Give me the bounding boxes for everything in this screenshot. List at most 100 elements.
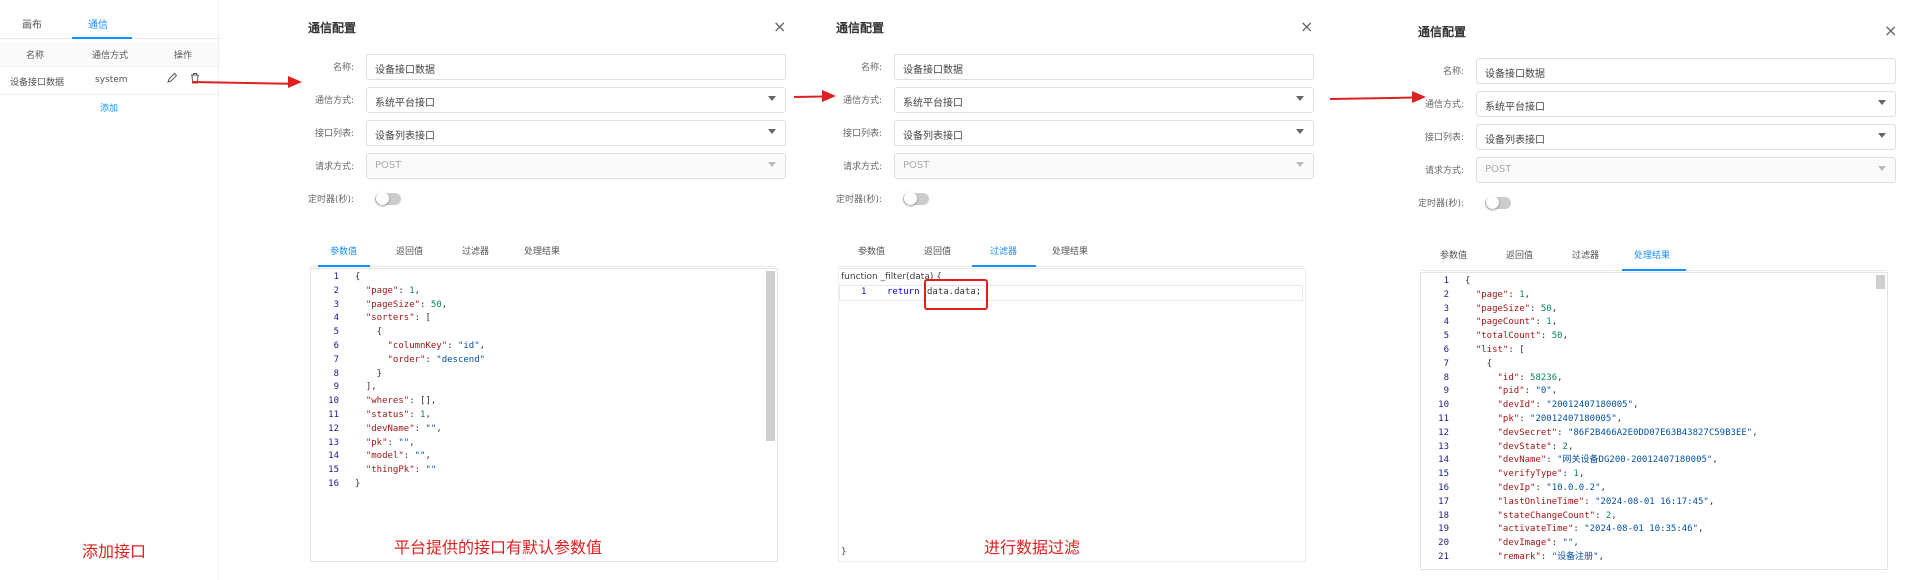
- line-number: 7: [1443, 358, 1449, 369]
- code-line: 21 "remark": "设备注册",: [1421, 551, 1861, 565]
- code-text: "devName": "网关设备DG200-20012407180005",: [1497, 455, 1718, 466]
- chevron-down-icon: [1878, 166, 1886, 171]
- line-number: 13: [328, 437, 339, 448]
- code-line: 13 "pk": "",: [311, 437, 751, 451]
- request-value: POST: [375, 160, 402, 171]
- tab-params[interactable]: 参数值: [858, 244, 885, 257]
- divider: [218, 0, 219, 580]
- timer-toggle[interactable]: [375, 192, 401, 205]
- name-input[interactable]: 设备接口数据: [894, 54, 1314, 80]
- edit-icon[interactable]: [166, 72, 178, 87]
- tab-result[interactable]: 处理结果: [1052, 244, 1088, 257]
- line-number: 1: [333, 272, 339, 282]
- tab-filter[interactable]: 过滤器: [990, 244, 1017, 257]
- line-number: 13: [1438, 441, 1449, 452]
- tab-communication[interactable]: 通信: [88, 16, 108, 31]
- label-name: 名称:: [860, 63, 882, 73]
- name-input[interactable]: 设备接口数据: [366, 54, 786, 80]
- api-select[interactable]: 设备列表接口: [894, 120, 1314, 146]
- code-line: 6 "columnKey": "id",: [311, 340, 751, 354]
- line-number: 5: [333, 327, 339, 338]
- code-line: 10 "devId": "20012407180005",: [1421, 399, 1861, 413]
- line-number: 20: [1438, 538, 1449, 549]
- code-text: "lastOnlineTime": "2024-08-01 16:17:45",: [1497, 496, 1715, 507]
- timer-toggle[interactable]: [1485, 196, 1511, 209]
- tab-return[interactable]: 返回值: [396, 244, 423, 257]
- timer-toggle[interactable]: [903, 192, 929, 205]
- code-line: 19 "activateTime": "2024-08-01 10:35:46"…: [1421, 523, 1861, 537]
- add-link[interactable]: 添加: [100, 101, 118, 114]
- line-number: 6: [1443, 345, 1449, 355]
- code-text: "page": 1,: [365, 285, 421, 296]
- table-row: 设备接口数据 system: [0, 66, 220, 95]
- api-select[interactable]: 设备列表接口: [366, 120, 786, 146]
- line-number: 12: [1438, 427, 1449, 438]
- chevron-down-icon: [768, 162, 776, 167]
- line-number: 1: [861, 287, 867, 297]
- code-editor-filter[interactable]: function _filter(data) { 1 return data.d…: [838, 268, 1306, 562]
- line-number: 15: [1438, 469, 1449, 480]
- request-value: POST: [1485, 164, 1512, 175]
- code-editor-params[interactable]: 1{2 "page": 1, 3 "pageSize": 50, 4 "sorter…: [310, 268, 778, 562]
- code-line: 2 "page": 1,: [1421, 289, 1861, 303]
- line-number: 3: [333, 299, 339, 310]
- request-select: POST: [894, 153, 1314, 179]
- label-timer: 定时器(秒):: [307, 195, 354, 205]
- close-icon[interactable]: ×: [773, 17, 786, 36]
- tab-result[interactable]: 处理结果: [524, 244, 560, 257]
- method-value: 系统平台接口: [375, 98, 435, 109]
- code-line: 18 "stateChangeCount": 2,: [1421, 510, 1861, 524]
- tab-return[interactable]: 返回值: [924, 244, 951, 257]
- function-footer: }: [841, 547, 847, 557]
- tab-params[interactable]: 参数值: [330, 244, 357, 257]
- chevron-down-icon: [768, 96, 776, 101]
- line-number: 16: [328, 479, 339, 489]
- code-text: "remark": "设备注册",: [1497, 552, 1604, 562]
- label-request: 请求方式:: [842, 162, 882, 172]
- dialog-title: 通信配置: [836, 21, 885, 35]
- tab-return[interactable]: 返回值: [1506, 248, 1533, 261]
- caption-filter: 进行数据过滤: [984, 538, 1081, 557]
- tab-params[interactable]: 参数值: [1440, 248, 1467, 261]
- delete-icon[interactable]: [189, 72, 201, 87]
- line-number: 11: [1438, 414, 1449, 424]
- col-name: 名称: [26, 51, 45, 61]
- row-method: system: [95, 75, 128, 85]
- scrollbar[interactable]: [1876, 275, 1885, 289]
- code-line: 11 "status": 1,: [311, 409, 751, 423]
- tab-result[interactable]: 处理结果: [1634, 248, 1670, 261]
- dialog-title: 通信配置: [1418, 25, 1467, 39]
- code-text: "stateChangeCount": 2,: [1497, 510, 1617, 521]
- close-icon[interactable]: ×: [1884, 21, 1897, 40]
- highlight-box: [924, 279, 988, 310]
- close-icon[interactable]: ×: [1300, 17, 1313, 36]
- line-number: 12: [328, 423, 339, 434]
- col-method: 通信方式: [92, 51, 129, 61]
- code-text: "status": 1,: [365, 410, 431, 420]
- method-select[interactable]: 系统平台接口: [894, 87, 1314, 113]
- name-input[interactable]: 设备接口数据: [1476, 58, 1896, 84]
- label-api: 接口列表:: [842, 129, 882, 139]
- api-select[interactable]: 设备列表接口: [1476, 124, 1896, 150]
- tab-canvas[interactable]: 画布: [22, 16, 42, 31]
- code-text: ],: [355, 382, 377, 393]
- tab-filter[interactable]: 过滤器: [1572, 248, 1599, 261]
- code-text: "pk": "20012407180005",: [1497, 414, 1623, 424]
- line-number: 5: [1443, 331, 1449, 342]
- annotation-arrow-2: [793, 95, 825, 98]
- request-value: POST: [903, 160, 930, 171]
- scrollbar[interactable]: [766, 271, 775, 441]
- caption-add-api: 添加接口: [82, 542, 147, 561]
- tab-filter[interactable]: 过滤器: [462, 244, 489, 257]
- code-text: "order": "descend": [387, 354, 486, 365]
- line-number: 19: [1438, 524, 1449, 535]
- method-select[interactable]: 系统平台接口: [1476, 91, 1896, 117]
- request-select: POST: [1476, 157, 1896, 183]
- code-editor-result[interactable]: 1{2 "page": 1, 3 "pageSize": 50, 4 "pageCo…: [1420, 272, 1888, 570]
- line-number: 15: [328, 465, 339, 476]
- annotation-arrow-3: [1329, 96, 1415, 100]
- code-text: "totalCount": 50,: [1475, 331, 1568, 342]
- method-select[interactable]: 系统平台接口: [366, 87, 786, 113]
- api-value: 设备列表接口: [1485, 135, 1545, 146]
- code-line: 14 "model": "",: [311, 450, 751, 464]
